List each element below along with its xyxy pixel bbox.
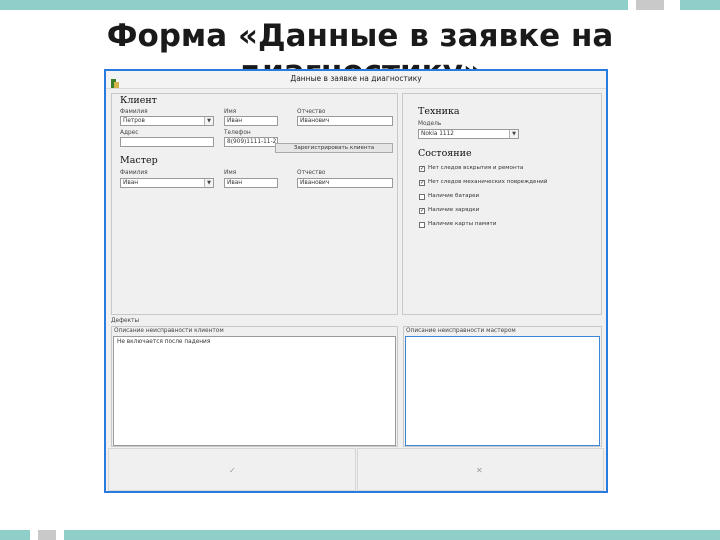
state-checkbox-label: Наличие зарядки <box>428 207 480 213</box>
master-patronymic-field[interactable]: Иванович <box>297 178 393 188</box>
state-checkbox-label: Наличие батареи <box>428 193 480 199</box>
state-checkbox-row[interactable]: Наличие батареи <box>419 193 599 203</box>
state-checkbox-label: Нет следов механических повреждений <box>428 179 548 185</box>
defects-label: Дефекты <box>111 318 140 324</box>
master-name-label: Имя <box>224 170 237 176</box>
chevron-down-icon[interactable]: ▼ <box>509 130 518 138</box>
client-patronymic-field[interactable]: Иванович <box>297 116 393 126</box>
close-icon: ✕ <box>476 466 483 475</box>
master-name-field[interactable]: Иван <box>224 178 278 188</box>
window-titlebar[interactable]: Данные в заявке на диагностику <box>106 71 606 89</box>
state-checkbox[interactable]: ✓ <box>419 180 425 186</box>
state-checkbox[interactable]: ✓ <box>419 166 425 172</box>
defects-left-caption: Описание неисправности клиентом <box>114 328 224 334</box>
defects-master-textarea[interactable] <box>405 336 600 446</box>
state-group-title: Состояние <box>418 148 472 159</box>
window-title: Данные в заявке на диагностику <box>290 74 422 83</box>
defects-right-panel: Описание неисправности мастером <box>403 326 602 447</box>
technique-group-title: Техника <box>418 106 460 117</box>
client-surname-value: Петров <box>123 118 145 124</box>
master-group-title: Мастер <box>120 155 158 166</box>
state-checkbox-row[interactable]: ✓ Нет следов вскрытия и ремонта <box>419 165 599 175</box>
client-group-title: Клиент <box>120 95 157 106</box>
client-phone-label: Телефон <box>224 130 251 136</box>
technique-model-value: Nokia 1112 <box>421 131 454 137</box>
cancel-button[interactable]: ✕ <box>357 448 604 491</box>
technique-model-combo[interactable]: Nokia 1112 ▼ <box>418 129 519 139</box>
top-accent-block <box>680 0 720 10</box>
client-name-field[interactable]: Иван <box>224 116 278 126</box>
client-phone-field[interactable]: 8(909)1111-11-27 <box>224 137 278 147</box>
check-icon: ✓ <box>229 466 236 475</box>
defects-client-textarea[interactable]: Не включается после падения <box>113 336 396 446</box>
state-checkbox[interactable] <box>419 222 425 228</box>
master-surname-combo[interactable]: Иван ▼ <box>120 178 214 188</box>
master-surname-value: Иван <box>123 180 139 186</box>
state-checkbox-row[interactable]: ✓ Нет следов механических повреждений <box>419 179 599 189</box>
top-accent-bar <box>0 0 628 10</box>
chevron-down-icon[interactable]: ▼ <box>204 117 213 125</box>
defects-right-caption: Описание неисправности мастером <box>406 328 516 334</box>
master-surname-label: Фамилия <box>120 170 148 176</box>
client-surname-combo[interactable]: Петров ▼ <box>120 116 214 126</box>
top-accent-block <box>636 0 664 10</box>
bottom-accent-block <box>0 530 30 540</box>
state-checkbox[interactable] <box>419 194 425 200</box>
state-checkbox[interactable]: ✓ <box>419 208 425 214</box>
client-master-panel: Клиент Фамилия Петров ▼ Имя Иван Отчеств… <box>111 93 398 315</box>
ok-button[interactable]: ✓ <box>108 448 356 491</box>
state-checkbox-row[interactable]: ✓ Наличие зарядки <box>419 207 599 217</box>
client-address-label: Адрес <box>120 130 139 136</box>
master-patronymic-label: Отчество <box>297 170 326 176</box>
bottom-accent-block <box>38 530 56 540</box>
state-checkbox-label: Наличие карты памяти <box>428 221 497 227</box>
client-name-label: Имя <box>224 109 237 115</box>
state-checkbox-row[interactable]: Наличие карты памяти <box>419 221 599 231</box>
chevron-down-icon[interactable]: ▼ <box>204 179 213 187</box>
register-client-button[interactable]: Зарегистрировать клиента <box>275 143 393 153</box>
defects-left-panel: Описание неисправности клиентом Не включ… <box>111 326 398 447</box>
client-address-field[interactable] <box>120 137 214 147</box>
client-surname-label: Фамилия <box>120 109 148 115</box>
app-window: Данные в заявке на диагностику Клиент Фа… <box>104 69 608 493</box>
client-patronymic-label: Отчество <box>297 109 326 115</box>
state-checkbox-label: Нет следов вскрытия и ремонта <box>428 165 524 171</box>
technique-state-panel: Техника Модель Nokia 1112 ▼ Состояние ✓ … <box>402 93 602 315</box>
bottom-accent-bar <box>64 530 720 540</box>
technique-model-label: Модель <box>418 121 442 127</box>
